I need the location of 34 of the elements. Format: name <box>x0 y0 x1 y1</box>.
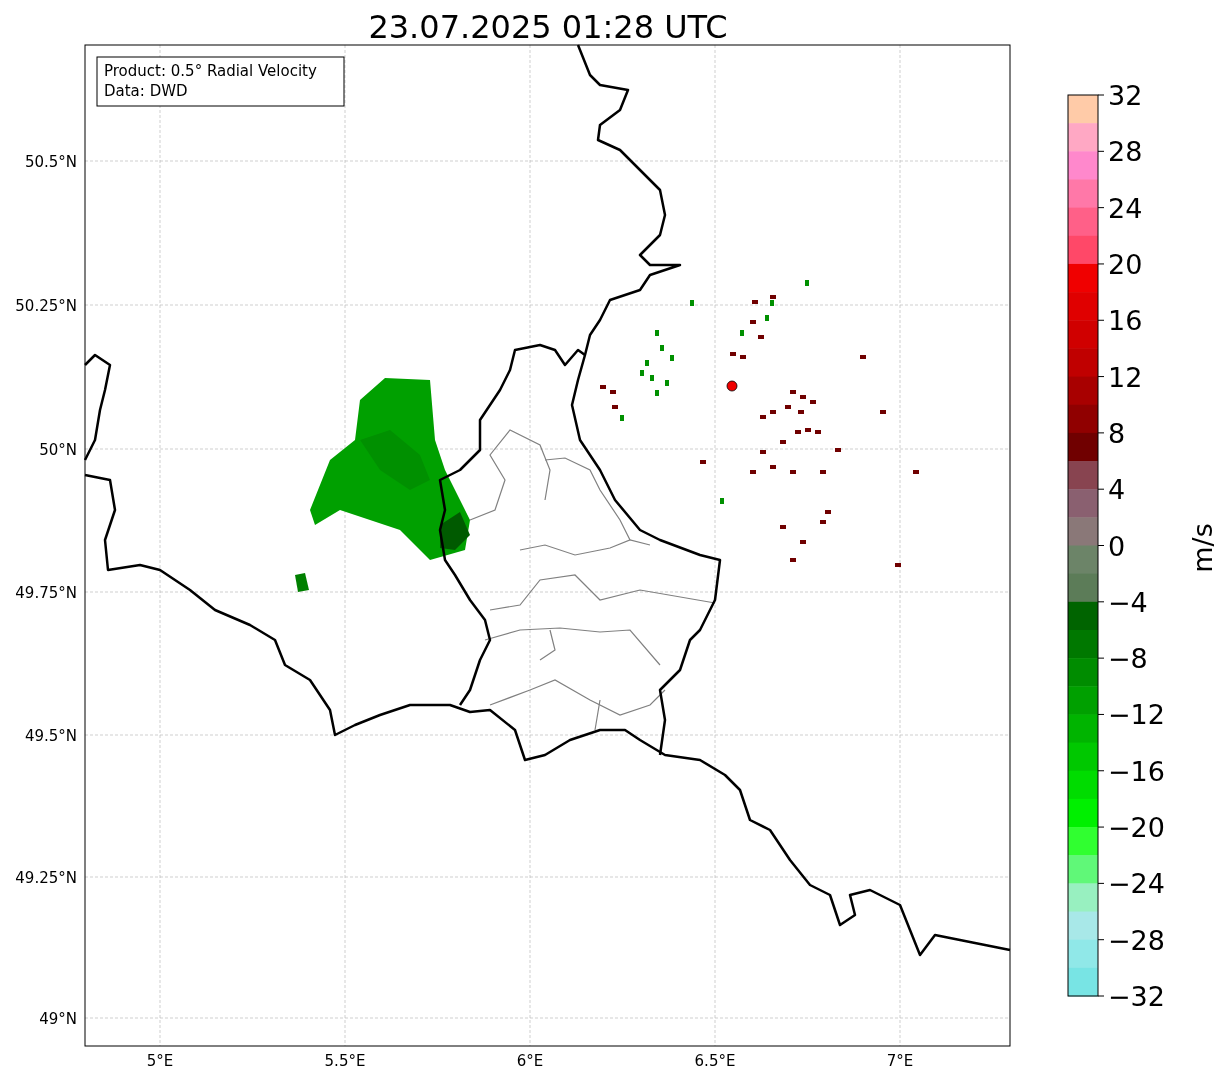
colorbar-tick-label: −12 <box>1108 699 1165 731</box>
colorbar-tick-label: −24 <box>1108 868 1165 900</box>
colorbar-tick-label: −32 <box>1108 981 1165 1012</box>
axis-tick-label: 7°E <box>886 1052 914 1070</box>
unit-label: m/s <box>1187 523 1218 573</box>
colorbar-tick-label: 0 <box>1108 530 1126 562</box>
axis-tick-label: 49.75°N <box>15 584 77 602</box>
chart-title: 23.07.2025 01:28 UTC <box>368 8 728 46</box>
colorbar-tick-label: 4 <box>1108 474 1126 506</box>
colorbar-tick-label: −8 <box>1108 643 1148 675</box>
colorbar-tick-label: −4 <box>1108 586 1148 618</box>
axis-tick-label: 5°E <box>146 1052 174 1070</box>
colorbar-tick-label: 28 <box>1108 136 1143 168</box>
axis-tick-label: 49.25°N <box>15 869 77 887</box>
axis-tick-label: 50.5°N <box>24 153 77 171</box>
colorbar-tick-label: −16 <box>1108 755 1165 787</box>
axis-tick-label: 49°N <box>39 1010 77 1028</box>
colorbar-tick-label: −28 <box>1108 924 1165 956</box>
axis-tick-label: 50.25°N <box>15 297 77 315</box>
axis-tick-label: 50°N <box>39 441 77 459</box>
colorbar-tick-label: 32 <box>1108 80 1143 111</box>
axis-tick-label: 6°E <box>516 1052 544 1070</box>
colorbar-tick-label: 24 <box>1108 192 1143 224</box>
axis-tick-label: 49.5°N <box>24 727 77 745</box>
colorbar-tick-label: 16 <box>1108 305 1143 337</box>
colorbar-tick-label: 20 <box>1108 248 1143 280</box>
colorbar-tick-label: −20 <box>1108 812 1165 844</box>
colorbar-tick-label: 8 <box>1108 417 1126 449</box>
axis-tick-label: 5.5°E <box>324 1052 366 1070</box>
radar-site-marker <box>726 380 738 392</box>
colorbar-tick-label: 12 <box>1108 361 1143 393</box>
info-text: Product: 0.5° Radial Velocity <box>104 62 317 80</box>
info-text: Data: DWD <box>104 82 188 100</box>
axis-tick-label: 6.5°E <box>694 1052 736 1070</box>
